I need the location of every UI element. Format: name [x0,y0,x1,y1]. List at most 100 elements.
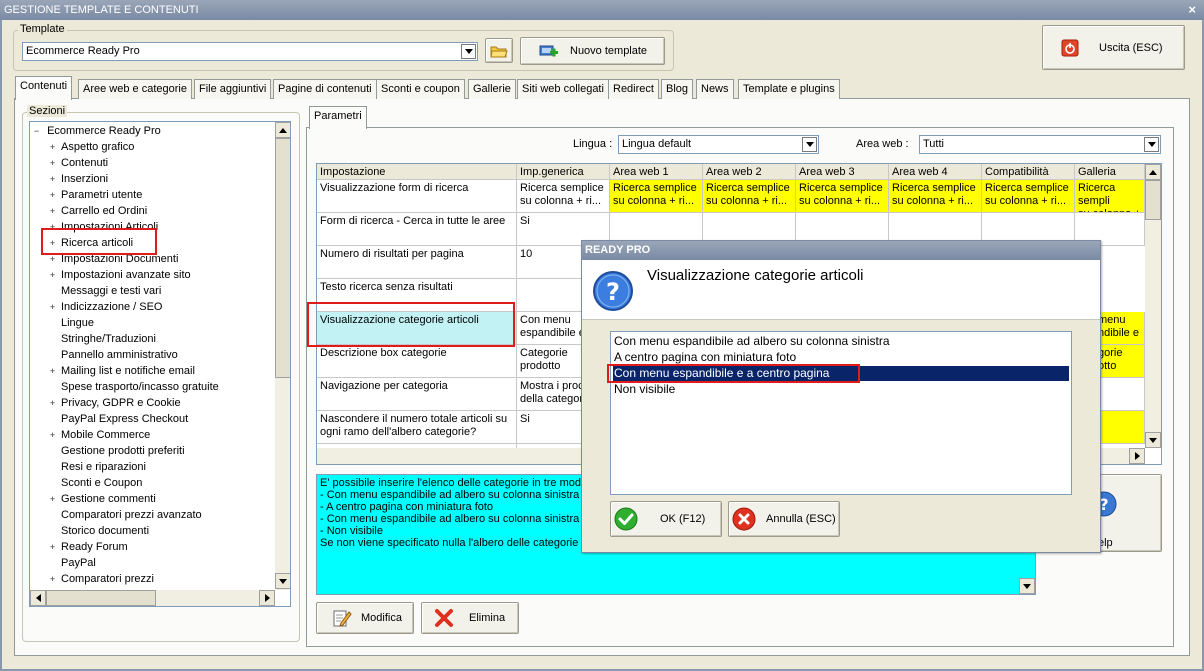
grid-cell-setting[interactable]: Form di ricerca - Cerca in tutte le aree [317,213,517,246]
delete-button[interactable]: Elimina [421,602,519,634]
tree-item[interactable]: + Parametri utente [48,187,142,203]
tab-parametri[interactable]: Parametri [309,106,367,129]
grid-cell-setting[interactable]: Descrizione box categorie [317,345,517,378]
expand-icon[interactable]: + [48,207,57,216]
expand-icon[interactable]: + [48,495,57,504]
col-header-area4[interactable]: Area web 4 [889,164,982,180]
tree-item[interactable]: Resi e riparazioni [48,459,146,475]
tab-sconti-coupon[interactable]: Sconti e coupon [376,79,465,99]
tree-item[interactable]: + Indicizzazione / SEO [48,299,163,315]
tree-item[interactable]: + Impostazioni avanzate sito [48,267,191,283]
hscroll-thumb[interactable] [46,590,156,606]
expand-icon[interactable]: + [48,271,57,280]
grid-vscrollbar[interactable] [1145,164,1161,448]
tab-contenuti[interactable]: Contenuti [15,76,73,100]
collapse-icon[interactable]: − [32,127,41,136]
col-header-impostazione[interactable]: Impostazione [317,164,517,180]
dialog-option[interactable]: Con menu espandibile ad albero su colonn… [613,334,1069,349]
tree-item[interactable]: + Mailing list e notifiche email [48,363,195,379]
grid-cell-area[interactable]: Ricerca semplice su colonna + ri... [610,180,703,213]
tab-news[interactable]: News [696,79,734,99]
col-header-compatibilita[interactable]: Compatibilità [982,164,1075,180]
exit-button[interactable]: Uscita (ESC) [1042,25,1185,70]
scroll-up-icon[interactable] [1145,164,1161,180]
ok-button[interactable]: OK (F12) [610,501,722,537]
expand-icon[interactable]: + [48,175,57,184]
template-select[interactable]: Ecommerce Ready Pro [22,42,478,61]
tab-siti-collegati[interactable]: Siti web collegati [517,79,609,99]
grid-cell-area[interactable]: Ricerca semplice su colonna + ri... [796,180,889,213]
tree-item[interactable]: + Contenuti [48,155,108,171]
tree-item[interactable]: Gestione prodotti preferiti [48,443,185,459]
grid-cell-setting[interactable]: Visualizzazione form di ricerca [317,180,517,213]
tree-item[interactable]: + Comparatori prezzi [48,571,154,587]
tree-item[interactable]: Storico documenti [48,523,149,539]
chevron-down-icon[interactable] [802,137,817,152]
expand-icon[interactable]: + [48,575,57,584]
scroll-thumb[interactable] [275,138,290,378]
tree-item[interactable]: Pannello amministrativo [48,347,178,363]
tree-item[interactable]: Lingue [48,315,94,331]
expand-icon[interactable]: + [48,255,57,264]
tab-file-aggiuntivi[interactable]: File aggiuntivi [194,79,272,99]
expand-icon[interactable]: + [48,303,57,312]
col-header-area2[interactable]: Area web 2 [703,164,796,180]
col-header-area1[interactable]: Area web 1 [610,164,703,180]
tree-item[interactable]: + Mobile Commerce [48,427,150,443]
scroll-up-icon[interactable] [275,122,290,138]
scroll-thumb[interactable] [1145,180,1161,220]
col-header-galleria[interactable]: Galleria [1075,164,1145,180]
expand-icon[interactable]: + [48,399,57,408]
dialog-options-list[interactable]: Con menu espandibile ad albero su colonn… [610,331,1072,495]
tree-item[interactable]: + Privacy, GDPR e Cookie [48,395,181,411]
grid-cell-area[interactable]: Ricerca semplice su colonna + ri... [982,180,1075,213]
dialog-option[interactable]: Non visibile [613,382,1069,397]
chevron-down-icon[interactable] [461,44,476,59]
scroll-down-icon[interactable] [1019,578,1035,594]
tab-blog[interactable]: Blog [661,79,694,99]
tree-vscrollbar[interactable] [275,122,290,590]
tab-template-plugins[interactable]: Template e plugins [738,79,840,99]
cancel-button[interactable]: Annulla (ESC) [728,501,840,537]
scroll-down-icon[interactable] [275,573,290,589]
grid-cell-setting[interactable]: Numero di risultati per pagina [317,246,517,279]
tab-pagine-contenuti[interactable]: Pagine di contenuti [273,79,377,99]
tab-gallerie[interactable]: Gallerie [468,79,516,99]
tree-item[interactable]: PayPal Express Checkout [48,411,188,427]
scroll-left-icon[interactable] [30,590,46,606]
tree-item[interactable]: PayPal [48,555,96,571]
tree-item[interactable]: + Gestione commenti [48,491,156,507]
expand-icon[interactable]: + [48,191,57,200]
sections-tree[interactable]: − Ecommerce Ready Pro + Aspetto grafico + C… [29,121,291,607]
expand-icon[interactable]: + [48,431,57,440]
tab-redirect[interactable]: Redirect [608,79,659,99]
expand-icon[interactable]: + [48,143,57,152]
open-folder-button[interactable] [485,38,513,63]
tree-item[interactable]: + Ready Forum [48,539,128,555]
tree-item[interactable]: + Aspetto grafico [48,139,135,155]
chevron-down-icon[interactable] [1144,137,1159,152]
tree-item[interactable]: Sconti e Coupon [48,475,142,491]
tree-item[interactable]: Comparatori prezzi avanzato [48,507,202,523]
tree-item[interactable]: + Carrello ed Ordini [48,203,147,219]
grid-cell-setting[interactable]: Navigazione per categoria [317,378,517,411]
tree-root[interactable]: − Ecommerce Ready Pro [32,123,161,139]
tree-hscrollbar[interactable] [30,590,275,606]
dialog-option[interactable]: A centro pagina con miniatura foto [613,350,1069,365]
tree-item[interactable]: + Inserzioni [48,171,108,187]
grid-cell-area[interactable]: Ricerca semplice su colonna + ri... [889,180,982,213]
expand-icon[interactable]: + [48,367,57,376]
grid-cell-generic[interactable]: Ricerca semplice su colonna + ri... [517,180,610,213]
close-icon[interactable]: × [1188,0,1196,20]
scroll-down-icon[interactable] [1145,432,1161,448]
expand-icon[interactable]: + [48,543,57,552]
modify-button[interactable]: Modifica [316,602,414,634]
area-select[interactable]: Tutti [919,135,1161,154]
col-header-area3[interactable]: Area web 3 [796,164,889,180]
tab-aree-web[interactable]: Aree web e categorie [78,79,192,99]
scroll-right-icon[interactable] [259,590,275,606]
new-template-button[interactable]: Nuovo template [520,37,665,65]
expand-icon[interactable]: + [48,159,57,168]
scroll-right-icon[interactable] [1129,448,1145,464]
tree-item[interactable]: Messaggi e testi vari [48,283,161,299]
